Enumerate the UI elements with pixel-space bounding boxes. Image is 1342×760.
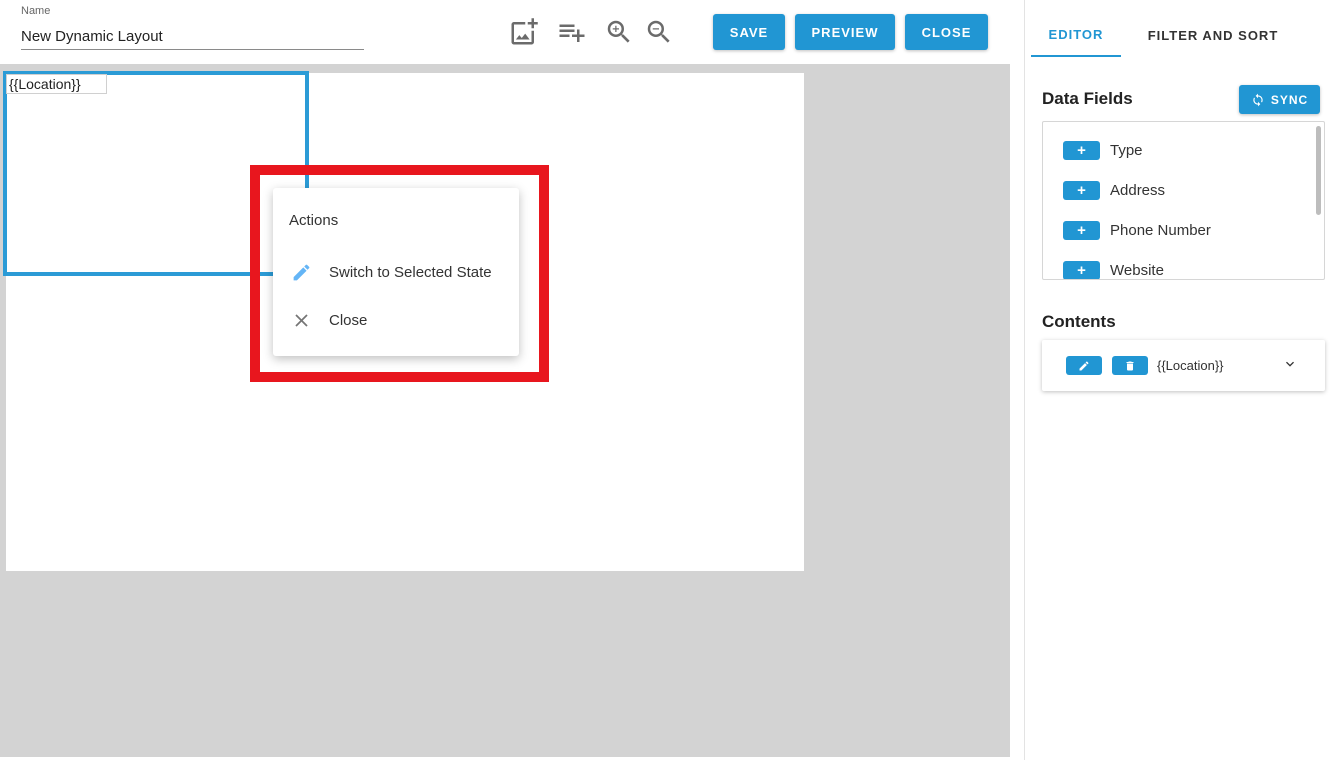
trash-icon (1126, 361, 1134, 370)
menu-title: Actions (289, 212, 339, 229)
fields-scrollbar[interactable] (1316, 126, 1321, 215)
pencil-icon (290, 261, 312, 283)
actions-context-menu: Actions Switch to Selected State Close (273, 188, 519, 356)
field-item-address[interactable]: + Address (1063, 180, 1165, 200)
pencil-icon (1079, 360, 1089, 370)
delete-content-button[interactable] (1112, 356, 1148, 375)
add-field-button[interactable]: + (1063, 260, 1100, 279)
field-item-website[interactable]: + Website (1063, 260, 1164, 279)
chevron-down-icon[interactable] (1282, 356, 1298, 372)
contents-title: Contents (1042, 312, 1116, 331)
tab-editor[interactable]: EDITOR (1031, 14, 1121, 57)
content-item: {{Location}} (1042, 340, 1325, 391)
field-label: Website (1110, 261, 1164, 279)
add-field-button[interactable]: + (1063, 180, 1100, 200)
field-item-type[interactable]: + Type (1063, 140, 1143, 160)
field-item-phone-number[interactable]: + Phone Number (1063, 220, 1211, 240)
layout-name-input[interactable] (21, 24, 364, 50)
canvas-workspace[interactable]: {{Location}} Actions Switch to Selected … (0, 64, 1010, 757)
location-text-element[interactable]: {{Location}} (6, 74, 107, 94)
content-label: {{Location}} (1157, 358, 1224, 373)
field-label: Type (1110, 141, 1143, 159)
field-label: Phone Number (1110, 221, 1211, 239)
sync-label: SYNC (1270, 92, 1309, 107)
add-field-button[interactable]: + (1063, 140, 1100, 160)
save-button[interactable]: SAVE (713, 14, 785, 50)
preview-button[interactable]: PREVIEW (795, 14, 895, 50)
data-fields-title: Data Fields (1042, 89, 1133, 108)
tab-filter-and-sort[interactable]: FILTER AND SORT (1135, 14, 1291, 57)
close-icon (290, 309, 312, 331)
name-label: Name (21, 5, 51, 17)
field-label: Address (1110, 181, 1166, 199)
add-list-icon[interactable] (556, 16, 588, 48)
close-menu-item[interactable]: Close (273, 300, 519, 340)
data-fields-list[interactable]: + Type + Address + Phone Number + Websit… (1042, 121, 1325, 280)
menu-item-label: Switch to Selected State (329, 263, 492, 281)
zoom-out-icon[interactable] (643, 16, 675, 48)
sync-icon (1253, 93, 1263, 106)
edit-content-button[interactable] (1066, 356, 1102, 375)
zoom-in-icon[interactable] (603, 16, 635, 48)
add-image-icon[interactable] (508, 16, 540, 48)
add-field-button[interactable]: + (1063, 220, 1100, 240)
right-panel: EDITOR FILTER AND SORT Data Fields SYNC … (1024, 0, 1342, 760)
top-toolbar: Name SAVE PREVIEW CLOSE (0, 0, 1010, 64)
close-button[interactable]: CLOSE (905, 14, 988, 50)
sync-button[interactable]: SYNC (1239, 85, 1320, 114)
menu-item-label: Close (329, 311, 368, 329)
switch-to-selected-state-item[interactable]: Switch to Selected State (273, 252, 519, 292)
